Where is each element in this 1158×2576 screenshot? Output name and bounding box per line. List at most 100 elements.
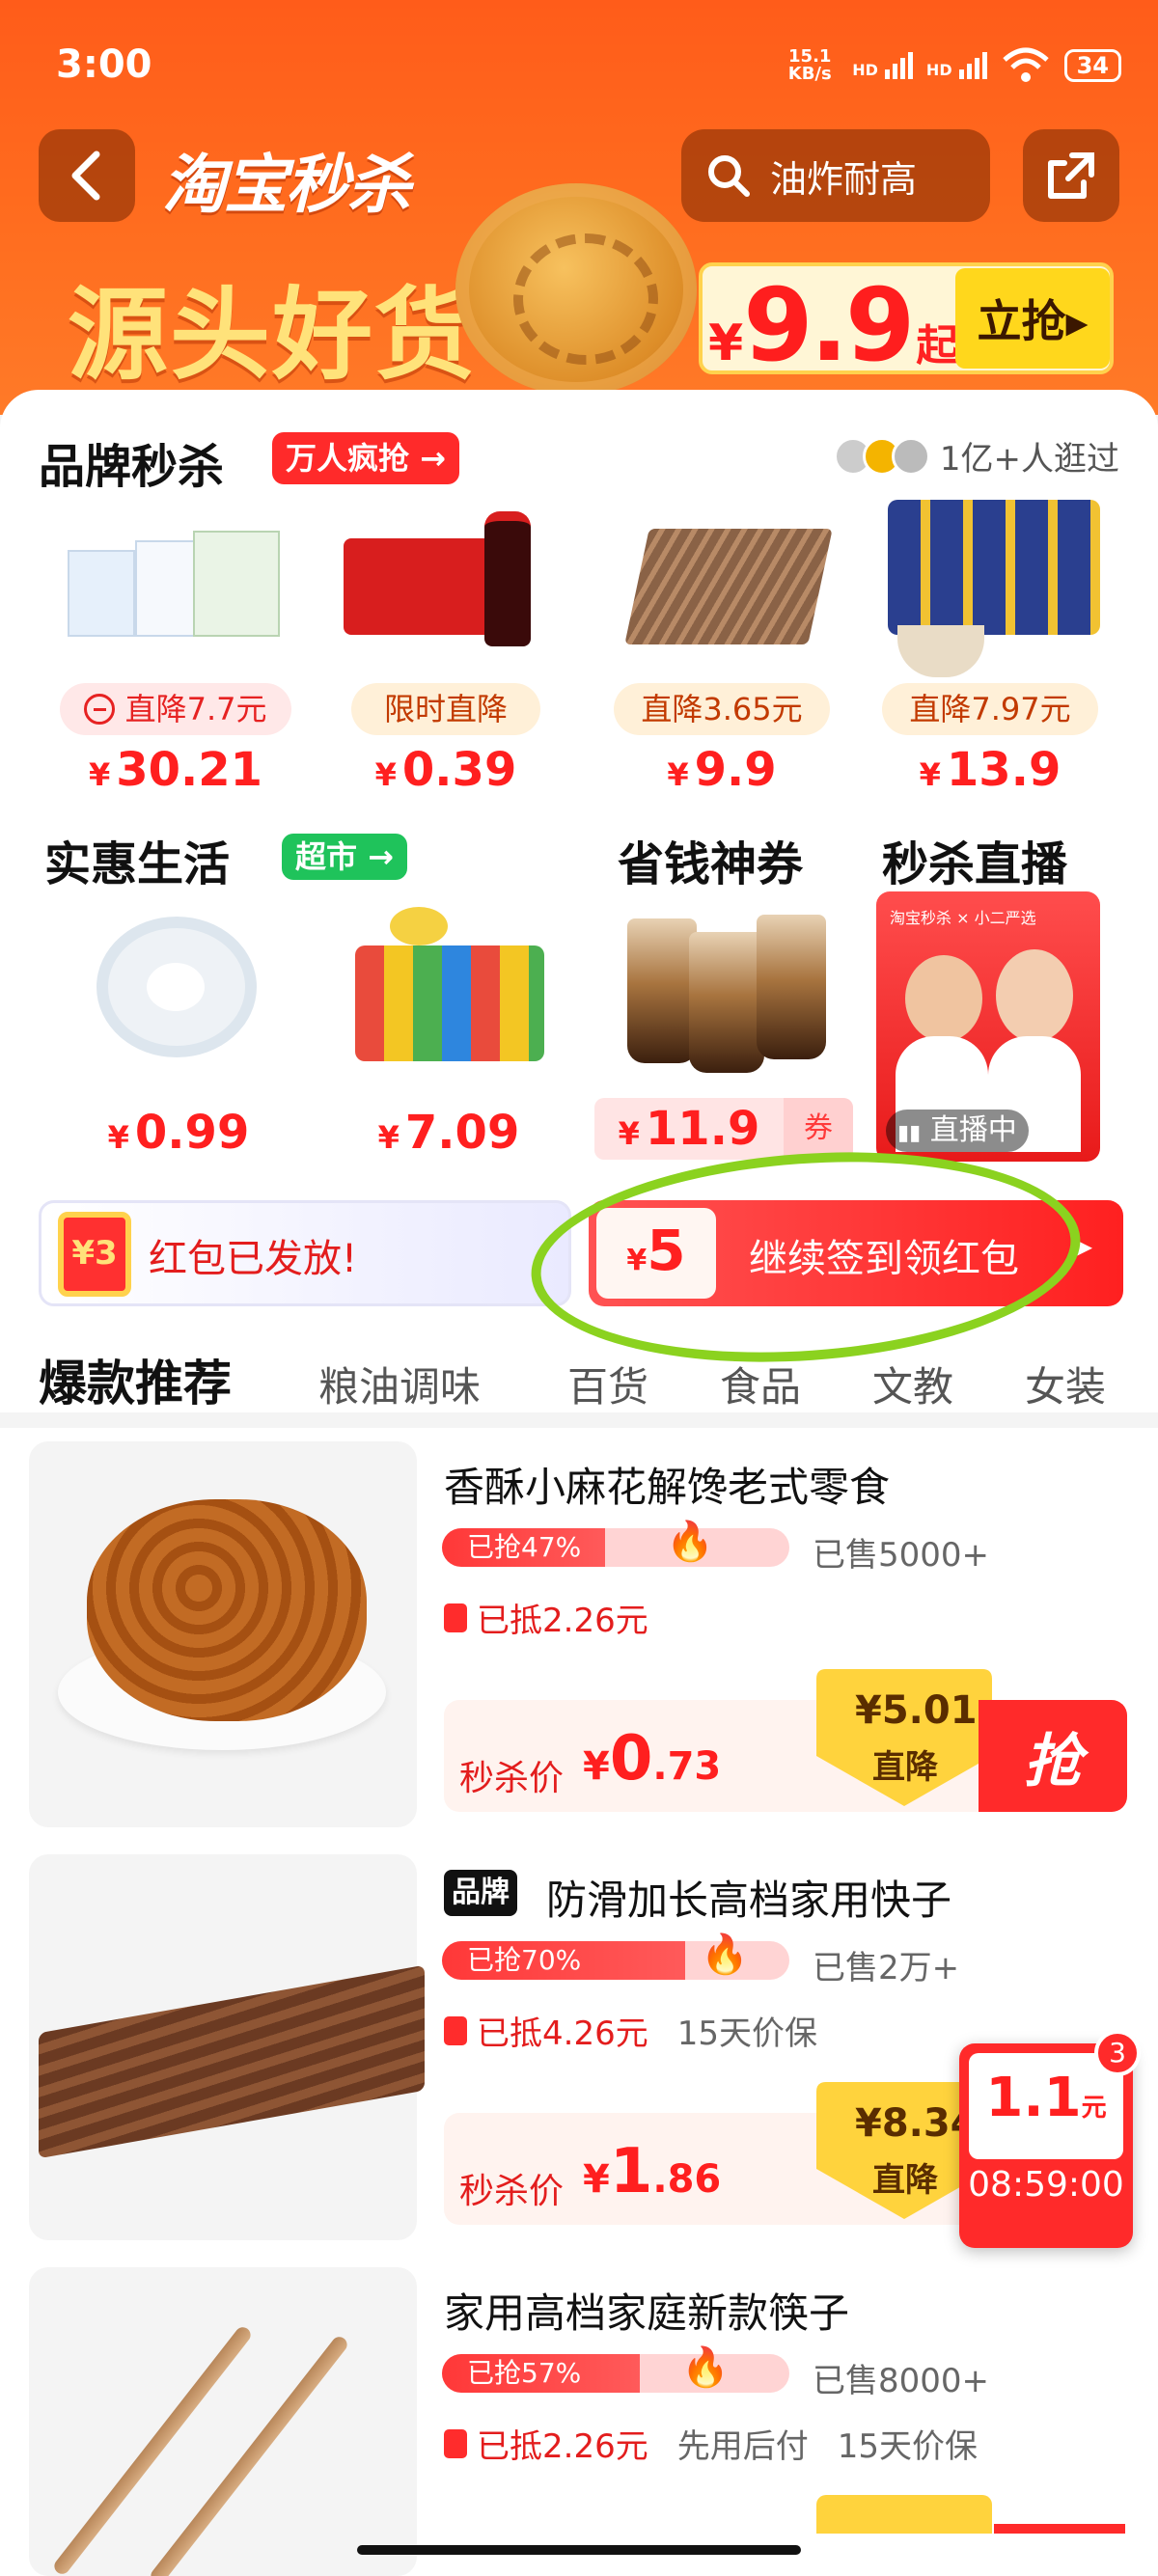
- chips-bags: [355, 945, 544, 1061]
- deal-price-dec: .86: [652, 2157, 722, 2202]
- minus-circle-icon: [84, 694, 116, 725]
- countdown-time: 08:59:00: [968, 2165, 1124, 2205]
- sold-progress-bar: 已抢57%: [442, 2354, 789, 2393]
- price-drop-tag: ¥5.01 直降: [816, 1669, 992, 1806]
- item-title: 防滑加长高档家用快子: [546, 1877, 952, 1924]
- item-image-chopsticks: [29, 1854, 425, 2240]
- item-image-chopsticks-2: [29, 2267, 417, 2576]
- price-value: 9.9: [694, 743, 777, 797]
- status-icons: 15.1 KB/s HD HD 34: [781, 46, 1121, 85]
- product-milktea-image[interactable]: [888, 500, 1100, 683]
- milktea-cup: [897, 625, 984, 677]
- product-milk-image[interactable]: [39, 502, 280, 660]
- item-image-mahua: [29, 1441, 417, 1827]
- currency-symbol: ¥: [583, 2157, 610, 2202]
- price-value: 7.09: [404, 1106, 520, 1160]
- search-keyword: 油炸耐高: [770, 157, 918, 201]
- tab-stationery[interactable]: 文教: [872, 1355, 953, 1413]
- coupon-title: 省钱神券: [618, 837, 804, 891]
- host-avatar: [996, 949, 1073, 1042]
- currency-symbol: ¥: [88, 756, 111, 793]
- grab-button-partial[interactable]: [994, 2524, 1125, 2534]
- currency-symbol: ¥: [583, 1744, 610, 1789]
- banner-price-symbol: ¥: [708, 315, 744, 372]
- mahua-snack: [87, 1499, 367, 1721]
- coupon-price: ¥11.9: [594, 1102, 784, 1156]
- cola-pack: [344, 538, 494, 635]
- product-price: ¥13.9: [882, 743, 1098, 797]
- currency-symbol: ¥: [919, 756, 941, 793]
- redpacket-issued-text: 红包已发放!: [149, 1237, 358, 1281]
- price-drop-tag-partial: [816, 2495, 992, 2534]
- sold-count: 已售5000+: [813, 1536, 990, 1575]
- brand-seckill-tag[interactable]: 万人疯抢 →: [272, 432, 459, 484]
- coupon-price-tag[interactable]: ¥11.9 券: [594, 1098, 853, 1160]
- currency-symbol: ¥: [107, 1119, 129, 1156]
- tab-grain-oil[interactable]: 粮油调味: [318, 1355, 481, 1413]
- status-bar: 3:00 15.1 KB/s HD HD 34: [0, 0, 1158, 116]
- signal-icon: HD: [852, 52, 913, 79]
- product-price: ¥0.39: [351, 743, 540, 797]
- grab-button[interactable]: 抢: [979, 1700, 1127, 1812]
- milk-box: [193, 531, 280, 637]
- deal-price-dec: .73: [652, 1744, 722, 1789]
- grab-now-button[interactable]: 立抢▸: [955, 268, 1110, 369]
- share-icon: [1048, 152, 1094, 199]
- signal-hd-label: HD: [852, 61, 878, 79]
- deduct-row: 已抵2.26元 先用后付 15天价保: [444, 2420, 978, 2467]
- avatar: [891, 436, 930, 476]
- deal-price: ¥1.86: [583, 2136, 721, 2207]
- tab-womens-clothing[interactable]: 女装: [1025, 1355, 1106, 1413]
- live-badge: ▮▮ 直播中: [886, 1110, 1029, 1152]
- product-cola-image[interactable]: [340, 500, 542, 662]
- redpacket-icon: ¥3: [58, 1212, 131, 1297]
- mooncake-image: [455, 183, 697, 396]
- visitor-avatars: [833, 436, 930, 476]
- home-indicator[interactable]: [357, 2545, 801, 2555]
- tab-general-goods[interactable]: 百货: [567, 1355, 648, 1413]
- discount-text: 直降7.7元: [124, 691, 267, 727]
- chip: [390, 907, 448, 945]
- sold-count: 已售8000+: [813, 2362, 990, 2400]
- product-price: ¥9.9: [614, 743, 830, 797]
- taobao-seckill-logo: 淘宝秒杀: [162, 148, 411, 222]
- redpacket-small-icon: [444, 2428, 467, 2458]
- coffee-cup: [757, 915, 826, 1059]
- chopsticks-stack: [39, 1964, 425, 2159]
- battery-indicator: 34: [1063, 49, 1121, 82]
- item-title: 香酥小麻花解馋老式零食: [444, 1464, 891, 1511]
- live-stream-card[interactable]: 淘宝秒杀 × 小二严选 ▮▮ 直播中: [876, 891, 1100, 1162]
- live-label: 直播中: [929, 1113, 1017, 1147]
- discount-tag: 直降7.97元: [882, 683, 1098, 735]
- product-chopsticks-image[interactable]: [618, 500, 833, 673]
- supermarket-tag[interactable]: 超市 →: [282, 834, 407, 880]
- drop-label: 直降: [872, 1748, 938, 1787]
- product-coffee-image[interactable]: [621, 903, 828, 1073]
- price-protect-text: 15天价保: [676, 2014, 817, 2053]
- coffee-cup: [627, 918, 697, 1063]
- deduct-row: 已抵4.26元 15天价保: [444, 2007, 817, 2054]
- deduct-text: 已抵2.26元: [477, 1602, 648, 1640]
- discount-tag: 直降3.65元: [614, 683, 830, 735]
- tray-center: [147, 963, 205, 1011]
- sold-progress-bar: 已抢47%: [442, 1528, 789, 1567]
- tab-hot-recommend[interactable]: 爆款推荐: [39, 1345, 232, 1414]
- deal-price-int: 1: [609, 2136, 653, 2207]
- product-tray-image[interactable]: [96, 917, 261, 1061]
- item-title: 家用高档家庭新款筷子: [444, 2289, 850, 2337]
- price-value: 0.99: [134, 1106, 250, 1160]
- search-box[interactable]: 油炸耐高: [681, 129, 990, 222]
- back-button[interactable]: [39, 129, 135, 222]
- banner-price: ¥ 9.9 起: [708, 266, 958, 384]
- deal-label: 秒杀价: [459, 2172, 565, 2211]
- brand-badge: 品牌: [444, 1870, 517, 1916]
- banner-headline: 源头好货: [68, 276, 478, 394]
- status-time: 3:00: [56, 42, 152, 87]
- deal-price-int: 0: [609, 1723, 653, 1795]
- redpacket-small-icon: [444, 2015, 467, 2045]
- product-chips-image[interactable]: [351, 897, 548, 1086]
- visitors-info: 1亿+人逛过: [833, 432, 1119, 480]
- tab-food[interactable]: 食品: [720, 1355, 801, 1413]
- share-button[interactable]: [1023, 129, 1119, 222]
- price-value: 0.39: [401, 743, 517, 797]
